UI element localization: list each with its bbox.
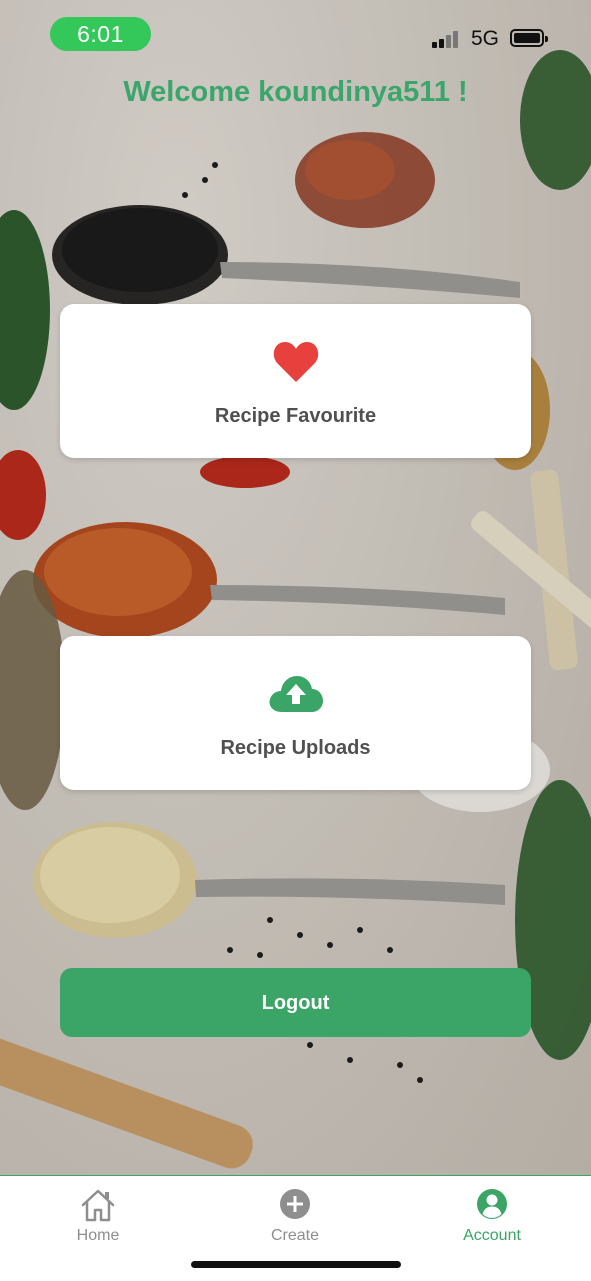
tab-account[interactable]: Account (432, 1176, 552, 1251)
plus-circle-icon (279, 1188, 311, 1225)
home-indicator (191, 1261, 401, 1268)
recipe-uploads-label: Recipe Uploads (220, 737, 371, 759)
home-icon (80, 1188, 116, 1227)
status-bar: 6:01 5G (0, 0, 591, 70)
logout-button[interactable]: Logout (60, 968, 531, 1037)
recipe-uploads-card[interactable]: Recipe Uploads (60, 636, 531, 790)
tab-create-label: Create (270, 1227, 320, 1244)
account-icon (476, 1188, 508, 1225)
recipe-favourite-card[interactable]: Recipe Favourite (60, 304, 531, 458)
network-type: 5G (471, 27, 500, 50)
tab-home-label: Home (76, 1227, 120, 1244)
signal-icon (432, 30, 464, 48)
battery-icon (510, 29, 548, 47)
status-time: 6:01 (50, 17, 151, 51)
tab-account-label: Account (463, 1227, 521, 1244)
tab-create[interactable]: Create (235, 1176, 355, 1251)
tab-home[interactable]: Home (38, 1176, 158, 1251)
heart-icon (272, 340, 320, 389)
recipe-favourite-label: Recipe Favourite (214, 405, 377, 427)
welcome-title: Welcome koundinya511 ! (123, 76, 468, 108)
cloud-upload-icon (268, 674, 324, 719)
